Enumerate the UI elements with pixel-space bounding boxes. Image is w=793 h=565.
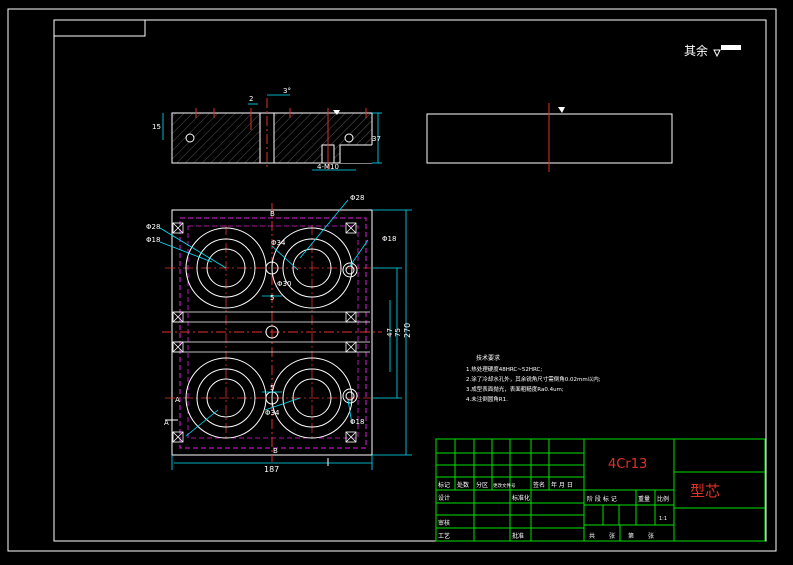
dim-side-thread: 4-M10 — [317, 163, 339, 171]
dim-d34-bot: Φ34 — [265, 409, 280, 417]
cad-drawing: 其余 3° 2 15 37 4-M10 Φ28 Φ28 Φ18 Φ18 Φ34 … — [7, 8, 777, 552]
tb-zhongliang: 重量 — [638, 495, 650, 503]
dim-d18-right: Φ18 — [382, 235, 396, 243]
tb-gongyi: 工艺 — [438, 532, 450, 540]
tech-req-item: 2.涂了冷却水孔外，其余锐角尺寸需倒角0.02mm以内; — [466, 375, 601, 383]
tb-qianming: 签名 — [533, 481, 545, 489]
tech-req-item: 3.成型表面抛光，表面粗糙度Ra0.4um; — [466, 385, 564, 393]
tb-gong: 共 — [589, 532, 595, 540]
plan-view: Φ28 Φ28 Φ18 Φ18 Φ34 Φ30 Φ34 Φ18 5 5 47 7… — [146, 194, 412, 474]
tb-pizhun: 批准 — [512, 532, 524, 540]
tech-requirements: 技术要求 1.热处理硬度48HRC~52HRC; 2.涂了冷却水孔外，其余锐角尺… — [466, 354, 601, 403]
dim-side-2: 2 — [249, 95, 253, 103]
tb-gengai: 更改文件号 — [493, 482, 516, 489]
tech-req-item: 4.未注倒圆角R1. — [466, 395, 508, 403]
title-block: 4Cr13 型芯 标记 处数 分区 更改文件号 签名 年 月 日 设计 标准化 … — [435, 438, 766, 542]
tb-sheji: 设计 — [438, 494, 450, 502]
dim-side-angle: 3° — [283, 87, 291, 95]
dim-d28-left: Φ28 — [146, 223, 160, 231]
dim-d34-top: Φ34 — [271, 239, 286, 247]
side-section-view: 3° 2 15 37 4-M10 — [152, 87, 382, 171]
surface-finish-note: 其余 — [684, 43, 741, 58]
part-name-label: 型芯 — [690, 482, 720, 500]
surface-finish-text: 其余 — [684, 43, 708, 58]
dim-d30: Φ30 — [277, 280, 291, 288]
dim-d28-top: Φ28 — [350, 194, 364, 202]
roughness-symbol-icon — [713, 49, 721, 58]
tb-chushu: 处数 — [457, 481, 469, 489]
tb-shenhe: 审核 — [438, 519, 450, 527]
tb-bili: 比例 — [657, 495, 669, 503]
dim-w187: 187 — [264, 465, 279, 474]
dim-side-height: 37 — [372, 135, 381, 143]
dim-w5a: 5 — [270, 294, 274, 302]
dim-d18-bot: Φ18 — [350, 418, 364, 426]
roughness-value-block — [721, 45, 741, 50]
corner-box — [53, 19, 146, 37]
tech-req-title: 技术要求 — [476, 354, 500, 362]
tb-biaozhunhua: 标准化 — [512, 494, 530, 502]
tb-zhang1: 张 — [609, 532, 615, 540]
section-label-b1: B — [270, 210, 275, 218]
section-label-b2: B — [273, 447, 278, 455]
dim-side-left: 15 — [152, 123, 161, 131]
outer-frame — [7, 8, 777, 552]
dim-h270: 270 — [403, 323, 412, 338]
dim-h47: 47 — [386, 328, 394, 337]
dim-d18-left: Φ18 — [146, 236, 160, 244]
dim-w5b: 5 — [270, 384, 274, 392]
tb-nianyueri: 年 月 日 — [551, 481, 573, 489]
tech-req-item: 1.热处理硬度48HRC~52HRC; — [466, 365, 542, 373]
tb-jieduan: 阶 段 标 记 — [587, 495, 617, 503]
tb-scale: 1:1 — [659, 516, 667, 522]
tb-fenqu: 分区 — [476, 481, 488, 489]
inner-frame — [53, 19, 767, 542]
top-right-view — [426, 103, 673, 172]
section-label-a1: A — [175, 396, 180, 404]
tb-di: 第 — [628, 532, 634, 540]
tb-biaoji: 标记 — [438, 481, 450, 489]
material-label: 4Cr13 — [608, 457, 647, 472]
tb-zhang2: 张 — [648, 532, 654, 540]
dim-h75: 75 — [394, 328, 402, 337]
